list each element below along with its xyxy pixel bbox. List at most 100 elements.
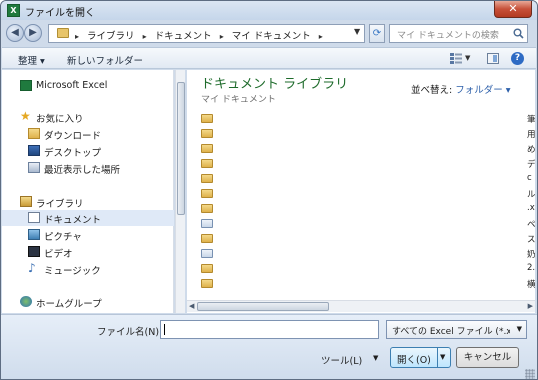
- navigation-scrollbar[interactable]: [175, 70, 185, 313]
- breadcrumb-my-documents[interactable]: マイ ドキュメント: [232, 31, 311, 42]
- special-folder-icon: [201, 219, 213, 228]
- open-file-dialog: X ファイルを開く ✕ ◀ ▶ ▸ ライブラリ ▸ ドキュメント ▸ マイ ドキ…: [0, 0, 538, 380]
- filename-field[interactable]: [160, 320, 379, 339]
- address-bar[interactable]: ▸ ライブラリ ▸ ドキュメント ▸ マイ ドキュメント ▸: [48, 24, 365, 43]
- new-folder-button[interactable]: 新しいフォルダー: [67, 53, 143, 67]
- file-name-cut: 奶: [527, 250, 535, 260]
- library-icon: [20, 196, 32, 207]
- folder-icon: [201, 129, 213, 138]
- open-options-dropdown-icon[interactable]: ▼: [440, 353, 445, 361]
- nav-item-pictures[interactable]: ピクチャ: [2, 227, 174, 243]
- back-button[interactable]: ◀: [6, 24, 24, 42]
- nav-item-homegroup[interactable]: ホームグループ: [2, 294, 174, 310]
- search-input[interactable]: マイ ドキュメントの検索: [397, 28, 499, 41]
- folder-item[interactable]: [201, 174, 215, 184]
- pictures-icon: [28, 229, 40, 240]
- nav-item-microsoft-excel[interactable]: Microsoft Excel: [2, 78, 174, 94]
- folder-icon: [201, 279, 213, 288]
- nav-item-label: ダウンロード: [44, 131, 102, 142]
- folder-item[interactable]: [201, 114, 215, 124]
- file-name-cut: め: [527, 145, 535, 155]
- folder-item[interactable]: [201, 219, 215, 229]
- folder-icon: [201, 144, 213, 153]
- folder-icon: [201, 159, 213, 168]
- window-title: ファイルを開く: [25, 8, 95, 19]
- breadcrumb-documents[interactable]: ドキュメント: [155, 31, 212, 42]
- navigation-pane: Microsoft Excel ★ お気に入り ダウンロード デスクトップ 最近…: [2, 70, 174, 313]
- desktop-icon: [28, 145, 40, 156]
- open-button[interactable]: 開く(O) ▼: [390, 347, 451, 368]
- chevron-down-icon[interactable]: ▼: [373, 354, 378, 362]
- file-name-cut: .x: [527, 203, 535, 213]
- breadcrumb-libraries[interactable]: ライブラリ: [87, 31, 135, 42]
- folder-item[interactable]: [201, 264, 215, 274]
- view-dropdown-icon[interactable]: ▼: [465, 54, 470, 62]
- folder-icon: [57, 28, 69, 38]
- breadcrumb-separator: ▸: [318, 32, 323, 41]
- nav-item-documents[interactable]: ドキュメント: [2, 210, 174, 226]
- scroll-right-icon[interactable]: ▶: [528, 302, 533, 310]
- file-name-cut: ペ: [527, 220, 535, 230]
- organize-button[interactable]: 整理 ▾: [18, 53, 45, 67]
- folder-item[interactable]: [201, 234, 215, 244]
- arrange-dropdown[interactable]: フォルダー ▾: [455, 85, 510, 96]
- nav-item-label: お気に入り: [36, 114, 84, 125]
- arrange-by: 並べ替え: フォルダー ▾: [411, 82, 511, 96]
- resize-grip[interactable]: [525, 369, 535, 379]
- folder-icon: [201, 174, 213, 183]
- folder-item[interactable]: [201, 204, 215, 214]
- nav-item-downloads[interactable]: ダウンロード: [2, 126, 174, 142]
- folder-item[interactable]: [201, 159, 215, 169]
- folder-icon: [201, 189, 213, 198]
- file-name-cut: デ: [527, 160, 535, 170]
- download-folder-icon: [28, 128, 40, 139]
- nav-item-recent-places[interactable]: 最近表示した場所: [2, 160, 174, 176]
- folder-item[interactable]: [201, 189, 215, 199]
- folder-item[interactable]: [201, 279, 215, 289]
- split-divider: [437, 348, 438, 367]
- view-options-icon[interactable]: [450, 53, 462, 64]
- file-name-cut: ル: [527, 190, 535, 200]
- nav-item-videos[interactable]: ビデオ: [2, 244, 174, 260]
- folder-item[interactable]: [201, 129, 215, 139]
- cancel-button[interactable]: キャンセル: [456, 347, 519, 368]
- star-icon: ★: [20, 109, 31, 123]
- breadcrumb-separator: ▸: [219, 32, 224, 41]
- nav-item-desktop[interactable]: デスクトップ: [2, 143, 174, 159]
- file-name-cut: ス: [527, 235, 535, 245]
- forward-button[interactable]: ▶: [24, 24, 42, 42]
- filename-label: ファイル名(N):: [97, 327, 163, 338]
- documents-icon: [28, 212, 40, 223]
- folder-item[interactable]: [201, 144, 215, 154]
- nav-item-label: ライブラリ: [36, 199, 84, 210]
- file-name-cut: 用: [527, 130, 535, 140]
- excel-icon: [20, 80, 32, 91]
- breadcrumb: ▸ ライブラリ ▸ ドキュメント ▸ マイ ドキュメント ▸: [75, 28, 328, 42]
- horizontal-scrollbar[interactable]: ◀ ▶: [187, 300, 535, 312]
- text-caret: [164, 324, 165, 335]
- file-type-select[interactable]: すべての Excel ファイル (*.xl ▼: [386, 320, 527, 339]
- breadcrumb-separator: ▸: [75, 32, 80, 41]
- music-icon: ♪: [28, 261, 36, 275]
- file-name-cut: 2.: [527, 263, 535, 273]
- homegroup-icon: [20, 296, 32, 307]
- folder-icon: [201, 234, 213, 243]
- tools-menu[interactable]: ツール(L): [321, 353, 362, 367]
- refresh-button[interactable]: ⟳: [369, 24, 385, 43]
- scroll-left-icon[interactable]: ◀: [189, 302, 194, 310]
- excel-app-icon: X: [7, 4, 20, 17]
- scrollbar-thumb[interactable]: [177, 82, 185, 215]
- close-button[interactable]: ✕: [494, 1, 532, 18]
- search-box[interactable]: マイ ドキュメントの検索: [389, 24, 528, 43]
- library-subtitle: マイ ドキュメント: [201, 95, 276, 105]
- address-dropdown-icon[interactable]: ▼: [354, 27, 360, 36]
- scrollbar-thumb[interactable]: [197, 302, 329, 311]
- file-name-cut: c: [527, 173, 532, 183]
- breadcrumb-separator: ▸: [142, 32, 147, 41]
- nav-item-libraries[interactable]: ライブラリ: [2, 194, 174, 210]
- preview-pane-icon[interactable]: [487, 53, 499, 64]
- help-icon[interactable]: ?: [511, 52, 524, 65]
- nav-item-music[interactable]: ♪ ミュージック: [2, 261, 174, 277]
- nav-item-favorites[interactable]: ★ お気に入り: [2, 109, 174, 125]
- folder-item[interactable]: [201, 249, 215, 259]
